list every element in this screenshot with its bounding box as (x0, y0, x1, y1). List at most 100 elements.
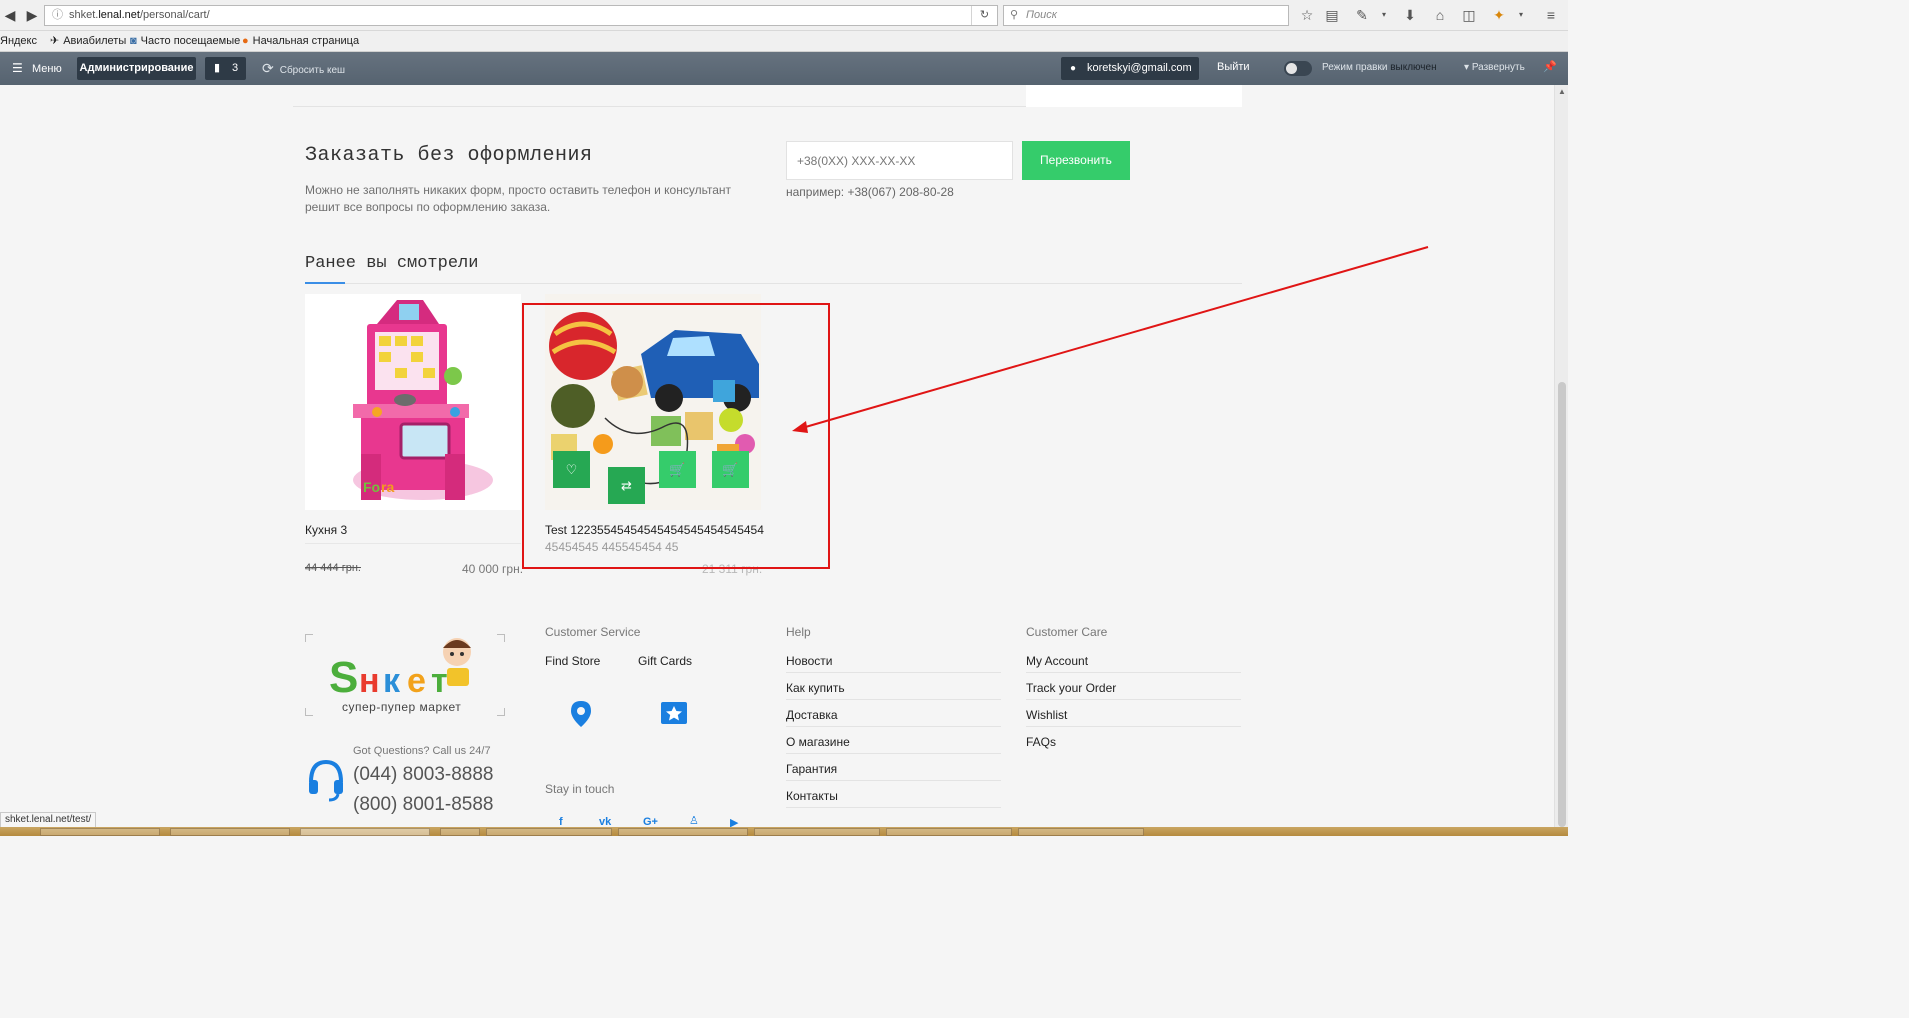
find-store-link[interactable]: Find Store (545, 654, 600, 668)
refresh-icon: ⟳ (262, 60, 274, 76)
scrollbar-thumb[interactable] (1558, 382, 1566, 827)
edit-mode-toggle[interactable] (1284, 61, 1312, 76)
user-email: koretskyi@gmail.com (1087, 62, 1192, 74)
care-link-track-order[interactable]: Track your Order (1026, 681, 1116, 695)
phone-input[interactable] (786, 141, 1013, 180)
firefox-icon: ● (242, 35, 249, 47)
browser-search-input[interactable]: ⚲ Поиск (1003, 5, 1289, 26)
chevron-down-icon[interactable]: ▾ (1374, 6, 1394, 24)
reset-cache-button[interactable]: ⟳ Сбросить кеш (262, 60, 345, 79)
taskbar-item-active[interactable] (300, 828, 430, 836)
taskbar-item[interactable] (486, 828, 612, 836)
taskbar-item[interactable] (440, 828, 480, 836)
link-divider (1026, 699, 1241, 700)
url-host: lenal.net (98, 9, 140, 21)
product-image-kitchen[interactable]: Fo ra (305, 294, 521, 510)
support-phone[interactable]: (044) 8003-8888 (353, 764, 494, 786)
edit-mode-state: выключен (1390, 62, 1437, 73)
bookmark-avia[interactable]: ✈ Авиабилеты (50, 34, 126, 49)
page-scrollbar[interactable]: ▲ (1554, 85, 1568, 827)
os-taskbar (0, 827, 1568, 836)
administration-button[interactable]: Администрирование (77, 57, 196, 80)
product-old-price: 44 444 грн. (305, 562, 361, 574)
reading-list-icon[interactable]: ▤ (1322, 6, 1342, 24)
url-prefix: shket. (69, 9, 99, 21)
bookmark-yandex[interactable]: Яндекс (0, 34, 37, 49)
edit-mode-status: Режим правки выключен (1322, 62, 1437, 73)
search-placeholder: Поиск (1026, 9, 1057, 21)
expand-button[interactable]: ▾ Развернуть (1464, 62, 1525, 73)
notification-icon: ▮ (214, 62, 221, 74)
chevron-down-icon: ▾ (1464, 62, 1472, 73)
footer-heading-help: Help (786, 625, 811, 639)
help-link-delivery[interactable]: Доставка (786, 708, 838, 722)
support-caption: Got Questions? Call us 24/7 (353, 745, 491, 757)
callback-button[interactable]: Перезвонить (1022, 141, 1130, 180)
taskbar-item[interactable] (886, 828, 1012, 836)
user-icon: ● (1070, 63, 1077, 74)
product-price: 40 000 грн. (462, 562, 524, 576)
pin-icon[interactable]: 📌 (1543, 60, 1557, 73)
taskbar-item[interactable] (170, 828, 290, 836)
svg-text:е: е (407, 662, 426, 698)
scroll-up-icon[interactable]: ▲ (1558, 87, 1566, 96)
quick-order-title: Заказать без оформления (305, 144, 593, 167)
screenshot-icon[interactable]: ✎ (1352, 6, 1372, 24)
odnoklassniki-icon[interactable]: ♙ (689, 814, 699, 827)
reset-cache-label: Сбросить кеш (279, 65, 346, 76)
admin-menu-button[interactable]: ☰ Меню (12, 60, 62, 78)
svg-text:т: т (431, 662, 448, 698)
care-link-my-account[interactable]: My Account (1026, 654, 1088, 668)
help-link-contacts[interactable]: Контакты (786, 789, 838, 803)
reload-icon[interactable]: ↻ (971, 6, 997, 25)
address-bar[interactable]: ⓘ shket.lenal.net/personal/cart/ ↻ (44, 5, 998, 26)
taskbar-item[interactable] (1018, 828, 1144, 836)
help-link-warranty[interactable]: Гарантия (786, 762, 837, 776)
home-icon[interactable]: ⌂ (1430, 6, 1450, 24)
bookmark-start-page[interactable]: ● Начальная страница (242, 34, 359, 49)
product-name[interactable]: Кухня 3 (305, 522, 347, 539)
map-pin-icon[interactable] (570, 700, 592, 728)
bookmark-star-icon[interactable]: ☆ (1297, 6, 1317, 24)
admin-menu-label: Меню (32, 63, 62, 75)
hamburger-menu-icon[interactable]: ≡ (1541, 6, 1561, 24)
download-icon[interactable]: ⬇ (1400, 6, 1420, 24)
forward-icon[interactable]: ▶ (22, 5, 42, 25)
plane-icon: ✈ (50, 35, 60, 47)
link-divider (786, 699, 1001, 700)
toggle-knob (1286, 63, 1297, 74)
link-divider (786, 780, 1001, 781)
pocket-icon[interactable]: ◫ (1459, 6, 1479, 24)
taskbar-item[interactable] (40, 828, 160, 836)
help-link-how-to-buy[interactable]: Как купить (786, 681, 845, 695)
help-link-about[interactable]: О магазине (786, 735, 850, 749)
gift-cards-link[interactable]: Gift Cards (638, 654, 692, 668)
bookmark-label: Начальная страница (252, 35, 360, 47)
site-info-icon[interactable]: ⓘ (52, 6, 63, 25)
addon-icon[interactable]: ✦ (1489, 6, 1509, 24)
svg-text:ra: ra (381, 479, 394, 495)
taskbar-item[interactable] (754, 828, 880, 836)
logout-button[interactable]: Выйти (1217, 61, 1250, 73)
care-link-wishlist[interactable]: Wishlist (1026, 708, 1067, 722)
link-divider (786, 753, 1001, 754)
bookmark-label: Яндекс (0, 35, 37, 47)
care-link-faqs[interactable]: FAQs (1026, 735, 1056, 749)
shket-logo: S н к е т (329, 638, 471, 698)
title-underline (305, 282, 345, 284)
support-phone[interactable]: (800) 8001-8588 (353, 794, 494, 816)
notifications-count: 3 (232, 62, 239, 74)
edit-mode-label: Режим правки (1322, 62, 1388, 73)
gift-card-icon[interactable] (661, 702, 687, 724)
bookmark-frequent[interactable]: ◙ Часто посещаемые (130, 34, 240, 49)
cart-summary-panel (1026, 85, 1242, 107)
chevron-down-icon[interactable]: ▾ (1511, 6, 1531, 24)
taskbar-item[interactable] (618, 828, 748, 836)
frame-corner (305, 634, 313, 642)
frame-corner (497, 708, 505, 716)
notifications-button[interactable]: ▮ 3 (205, 57, 246, 80)
help-link-news[interactable]: Новости (786, 654, 832, 668)
phone-hint: например: +38(067) 208-80-28 (786, 185, 954, 199)
user-button[interactable]: ● koretskyi@gmail.com (1061, 57, 1199, 80)
back-icon[interactable]: ◀ (0, 5, 20, 25)
